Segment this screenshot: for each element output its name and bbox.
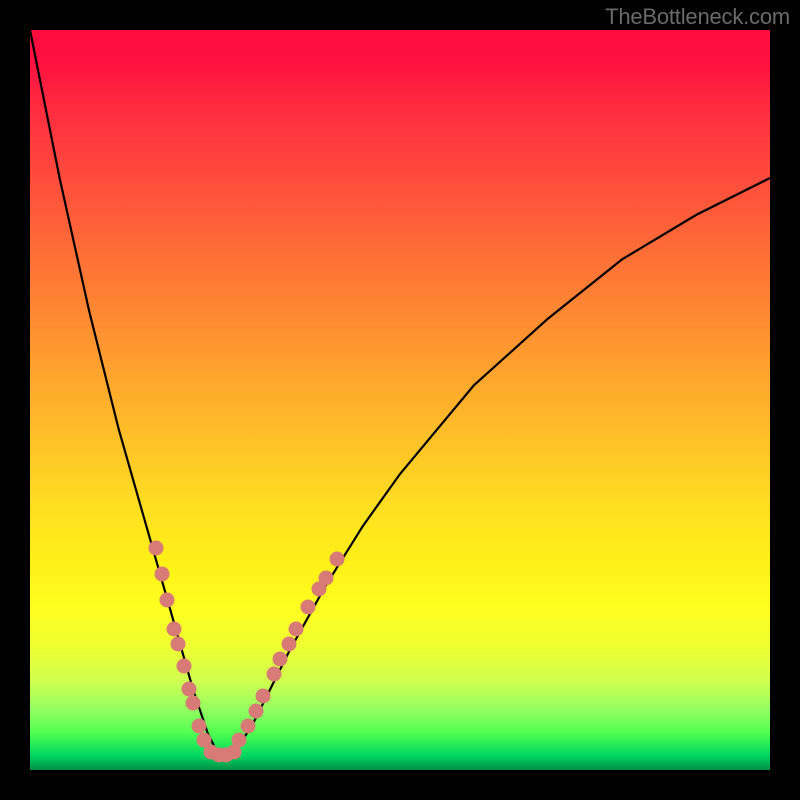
watermark-text: TheBottleneck.com	[605, 4, 790, 30]
data-point	[148, 541, 163, 556]
data-point	[273, 652, 288, 667]
data-point	[241, 718, 256, 733]
data-point	[232, 733, 247, 748]
data-point	[319, 570, 334, 585]
data-point	[182, 681, 197, 696]
plot-area	[30, 30, 770, 770]
data-point	[289, 622, 304, 637]
data-point	[330, 552, 345, 567]
curve-layer	[30, 30, 770, 770]
bottleneck-curve	[30, 30, 770, 755]
data-point	[300, 600, 315, 615]
data-point	[267, 666, 282, 681]
data-point	[167, 622, 182, 637]
data-point	[159, 592, 174, 607]
chart-root: TheBottleneck.com	[0, 0, 800, 800]
data-point	[256, 689, 271, 704]
data-point	[191, 718, 206, 733]
data-point	[154, 566, 169, 581]
data-point	[248, 703, 263, 718]
data-point	[171, 637, 186, 652]
data-point	[185, 696, 200, 711]
data-point	[282, 637, 297, 652]
data-point	[176, 659, 191, 674]
